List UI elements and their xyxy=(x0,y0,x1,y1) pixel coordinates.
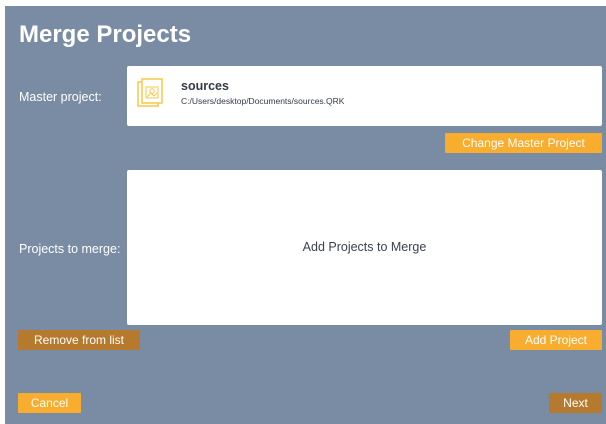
change-master-project-button[interactable]: Change Master Project xyxy=(445,133,602,153)
remove-from-list-button[interactable]: Remove from list xyxy=(18,330,140,350)
add-projects-placeholder: Add Projects to Merge xyxy=(302,240,427,254)
add-project-button[interactable]: Add Project xyxy=(510,330,602,350)
merge-projects-dialog: Merge Projects Master project: sources C… xyxy=(5,6,606,424)
projects-to-merge-label: Projects to merge: xyxy=(19,242,121,256)
dialog-title: Merge Projects xyxy=(19,21,192,48)
next-button[interactable]: Next xyxy=(549,393,602,413)
master-project-card: sources C:/Users/desktop/Documents/sourc… xyxy=(127,66,602,126)
cancel-button[interactable]: Cancel xyxy=(18,393,81,413)
master-project-path: C:/Users/desktop/Documents/sources.QRK xyxy=(181,96,345,106)
projects-to-merge-list[interactable]: Add Projects to Merge xyxy=(127,170,602,325)
master-project-name: sources xyxy=(181,79,229,93)
project-file-icon xyxy=(136,78,166,108)
master-project-label: Master project: xyxy=(19,90,102,104)
